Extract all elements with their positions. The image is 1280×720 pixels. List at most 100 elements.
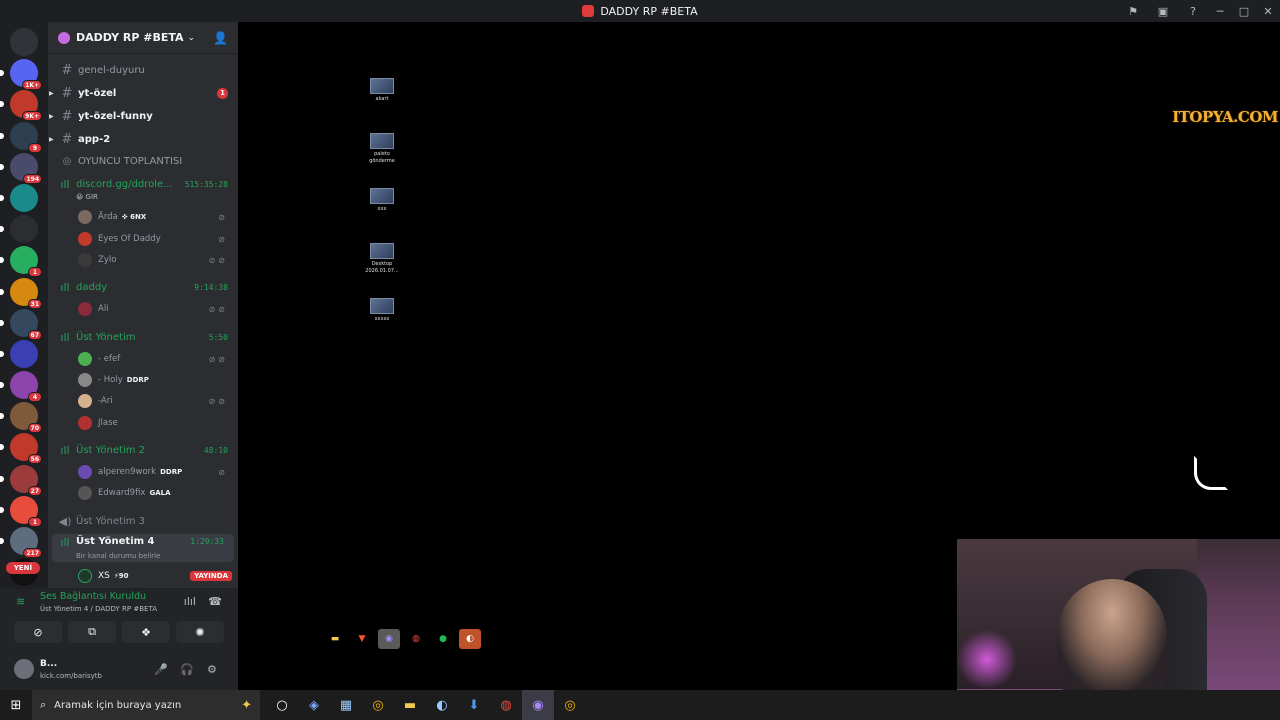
file-explorer-icon[interactable]: ▬ (324, 629, 346, 649)
server-icon[interactable] (0, 215, 38, 244)
avatar (78, 486, 92, 500)
voice-user-ari[interactable]: -Ari ⊘⊘ (48, 391, 238, 411)
server-icon[interactable]: 70 (0, 402, 42, 434)
voice-channel-ust-yonetim[interactable]: ıll Üst Yönetim 5:50 (48, 327, 238, 347)
record-icon[interactable]: ◍ (490, 690, 522, 720)
voice-user-xs[interactable]: XS ⚡90 YAYINDA (48, 566, 238, 586)
steam-icon[interactable]: ◐ (426, 690, 458, 720)
camera-off-button[interactable]: ⊘ (14, 621, 62, 643)
task-view-icon[interactable]: ○ (266, 690, 298, 720)
voice-channel-ust-yonetim-2[interactable]: ıll Üst Yönetim 2 48:10 (48, 440, 238, 460)
voice-user-ali[interactable]: Ali ⊘⊘ (48, 299, 238, 319)
server-icon[interactable]: 31 (0, 277, 42, 309)
voice-user-jlase[interactable]: Jlase (48, 413, 238, 433)
file-explorer-icon[interactable]: ▬ (394, 690, 426, 720)
server-icon[interactable]: 1 (0, 495, 42, 527)
server-icon[interactable]: 1 (0, 246, 42, 278)
voice-user-eyes[interactable]: Eyes Of Daddy ⊘ (48, 229, 238, 249)
brave-icon[interactable]: ▼ (351, 629, 373, 649)
spotify-icon[interactable]: ● (432, 629, 454, 649)
avatar[interactable] (14, 659, 34, 679)
taskbar-search[interactable]: ⌕ Aramak için buraya yazın ✦ (32, 690, 260, 720)
voice-location[interactable]: Üst Yönetim 4 / DADDY RP #BETA (40, 605, 157, 613)
server-logo-icon (582, 5, 595, 17)
voice-user-efef[interactable]: - efef ⊘⊘ (48, 349, 238, 369)
maximize-button[interactable]: □ (1232, 0, 1256, 22)
channel-app-2[interactable]: ▶ # app-2 (48, 129, 238, 149)
server-icon[interactable]: 194 (0, 152, 42, 184)
voice-user-zylo[interactable]: Zylo ⊘⊘ (48, 250, 238, 270)
title-bar: DADDY RP #BETA ⚑ ▣ ? ─ □ ✕ (0, 0, 1280, 22)
server-icon[interactable]: 56 (0, 433, 42, 465)
avatar (78, 210, 92, 224)
calculator-icon[interactable]: ▦ (330, 690, 362, 720)
server-icon[interactable] (0, 183, 38, 212)
server-icon[interactable]: 9 (0, 121, 42, 153)
chrome-icon[interactable]: ◎ (362, 690, 394, 720)
discord-icon[interactable]: ◉ (378, 629, 400, 649)
mention-badge: 217 (23, 548, 42, 558)
voice-channel-ust-yonetim-3[interactable]: ◀) Üst Yönetim 3 (48, 511, 238, 531)
channel-yt-ozel[interactable]: ▶ # yt-özel 1 (48, 83, 238, 103)
chrome-icon[interactable]: ◎ (554, 690, 586, 720)
screen-share-button[interactable]: ⧉ (68, 621, 116, 643)
desktop-icon[interactable]: akart (362, 78, 402, 103)
unread-pill (0, 382, 4, 389)
voice-user-alperen[interactable]: alperen9work DDRP ⊘ (48, 462, 238, 482)
voice-channel-discord[interactable]: ıll discord.gg/ddrole... 515:35:28 (48, 174, 238, 194)
activities-button[interactable]: ❖ (122, 621, 170, 643)
discord-icon[interactable]: ◉ (522, 690, 554, 720)
server-icon[interactable] (0, 339, 38, 368)
server-icon[interactable]: 217 (0, 527, 42, 558)
invite-people-icon[interactable]: 👤 (213, 31, 228, 45)
voice-channel-daddy[interactable]: ıll daddy 9:14:38 (48, 277, 238, 297)
settings-gear-icon[interactable]: ⚙ (207, 663, 217, 676)
record-icon[interactable]: ◍ (405, 629, 427, 649)
server-icon[interactable]: 27 (0, 464, 42, 496)
mention-badge: 194 (23, 173, 42, 184)
guild-header[interactable]: DADDY RP #BETA ⌄ 👤 (48, 22, 238, 54)
voice-user-edward[interactable]: Edward9fix GALA (48, 483, 238, 503)
set-channel-status[interactable]: Bir kanal durumu belirle (76, 552, 160, 560)
channel-genel-duyuru[interactable]: # genel-duyuru (48, 60, 238, 80)
avatar (78, 569, 92, 583)
steam-icon[interactable]: ◐ (459, 629, 481, 649)
avatar (78, 232, 92, 246)
window-title: DADDY RP #BETA (582, 4, 698, 18)
server-icon[interactable]: 67 (0, 308, 42, 340)
soundboard-button[interactable]: ✺ (176, 621, 224, 643)
disconnect-icon[interactable]: ☎ (208, 595, 222, 608)
window-title-text: DADDY RP #BETA (600, 4, 698, 18)
windows-start-icon[interactable]: ⊞ (0, 690, 32, 720)
folder-icon (370, 78, 394, 94)
muted-deafened-icon: ⊘⊘ (208, 396, 228, 406)
channel-oyuncu-toplantisi[interactable]: ◎ OYUNCU TOPLANTISI (48, 151, 238, 171)
desktop-icon[interactable]: Desktop 2026.01.07... (362, 243, 402, 275)
app-icon[interactable]: ◈ (298, 690, 330, 720)
voice-activity-icon: ıll (60, 280, 70, 294)
download-icon[interactable]: ⬇ (458, 690, 490, 720)
headphones-icon[interactable]: 🎧 (180, 663, 194, 676)
flag-icon[interactable]: ⚑ (1118, 0, 1148, 22)
help-icon[interactable]: ? (1178, 0, 1208, 22)
unread-pill (0, 475, 4, 482)
desktop-icon[interactable]: xxxxx (362, 298, 402, 323)
speaker-icon: ◀) (58, 514, 72, 528)
camera-off-icon: ⊘ (33, 625, 43, 639)
new-badge[interactable]: YENİ (6, 562, 40, 574)
server-icon[interactable]: 9K+ (0, 90, 42, 122)
discord-home-icon[interactable] (10, 28, 38, 56)
server-icon[interactable]: 1K+ (0, 59, 42, 91)
server-icon[interactable]: 4 (0, 371, 42, 403)
microphone-icon[interactable]: 🎤 (154, 663, 168, 676)
voice-user-arda[interactable]: Ārda ✜ 6NX ⊘ (48, 207, 238, 227)
unread-pill (0, 538, 4, 544)
close-button[interactable]: ✕ (1256, 0, 1280, 22)
noise-suppression-icon[interactable]: ılıl (184, 595, 196, 608)
desktop-icon[interactable]: paleto gönderme (362, 133, 402, 165)
desktop-icon[interactable]: xxx (362, 188, 402, 213)
inbox-icon[interactable]: ▣ (1148, 0, 1178, 22)
minimize-button[interactable]: ─ (1208, 0, 1232, 22)
channel-yt-ozel-funny[interactable]: ▶ # yt-özel-funny (48, 106, 238, 126)
voice-user-holy[interactable]: - Holy DDRP (48, 370, 238, 390)
